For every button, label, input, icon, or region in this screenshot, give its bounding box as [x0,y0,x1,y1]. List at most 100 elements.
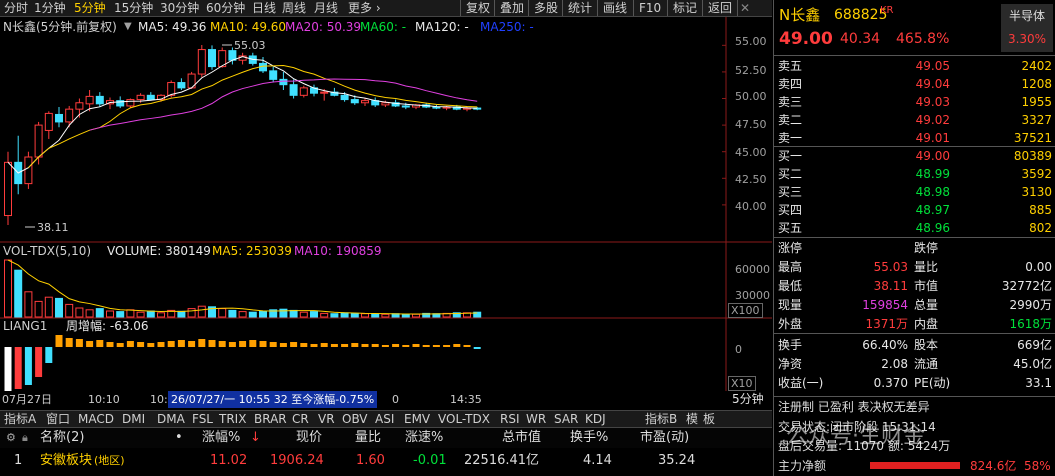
col-mcap[interactable]: 总市值 [502,428,541,448]
stat-label: 市值 [914,279,939,293]
list-item[interactable]: 卖二 49.02 3327 [774,111,1055,129]
tab-vol-tdx[interactable]: VOL-TDX [438,411,490,428]
list-item[interactable]: 净资 2.08 流通 45.0亿 [774,355,1055,373]
row-suffix: (地区) [94,454,125,467]
row-turnover: 4.14 [583,453,612,468]
col-vol-ratio[interactable]: 量比 [355,428,381,448]
back-button[interactable]: 返回 [702,0,739,16]
ask-price: 49.04 [915,77,950,91]
volume-bar [14,269,23,318]
tab-vr[interactable]: VR [318,411,335,428]
tab-monthly[interactable]: 月线 [314,0,338,16]
candle-body [340,94,349,101]
ask-price: 49.03 [915,95,950,109]
stat-value: 33.1 [1025,376,1052,390]
tab-cr[interactable]: CR [292,411,309,428]
list-item[interactable]: 买一 49.00 80389 [774,147,1055,165]
tab-obv[interactable]: OBV [342,411,368,428]
candle-body [55,113,63,123]
table-row[interactable]: 1 安徽板块 (地区) 11.02 1906.24 1.60 -0.01 225… [0,450,772,472]
list-item[interactable]: 卖三 49.03 1955 [774,93,1055,111]
overlay-button[interactable]: 叠加 [494,0,524,16]
mark-button[interactable]: 标记 [667,0,697,16]
liang-bar [167,341,175,347]
tab-mo[interactable]: 模 [686,411,698,428]
list-item[interactable]: 买四 48.97 885 [774,201,1055,219]
list-item[interactable]: 涨停 跌停 [774,239,1055,257]
tab-30min[interactable]: 30分钟 [160,0,199,16]
tab-emv[interactable]: EMV [404,411,430,428]
tab-dma[interactable]: DMA [157,411,185,428]
tab-indicator-a[interactable]: 指标A [4,411,36,428]
col-speed[interactable]: 涨速% [405,428,443,448]
tab-indicator-b[interactable]: 指标B [645,411,677,428]
liang-bar [422,345,430,347]
list-item[interactable]: 最低 38.11 市值 32772亿 [774,277,1055,295]
volume-bar [136,311,145,318]
liang-bar [300,343,308,347]
tab-window[interactable]: 窗口 [46,411,70,428]
bid-label: 买二 [778,167,803,181]
x-tick-partial2: 0 [392,393,399,406]
close-icon[interactable]: ✕ [740,0,750,16]
tab-kdj[interactable]: KDJ [585,411,606,428]
list-item[interactable]: 现量 159854 总量 2990万 [774,296,1055,314]
col-turnover[interactable]: 换手% [570,428,608,448]
tab-fsl[interactable]: FSL [192,411,213,428]
tab-5min[interactable]: 5分钟 [74,0,106,16]
tab-daily[interactable]: 日线 [252,0,276,16]
tab-brar[interactable]: BRAR [254,411,287,428]
col-pe[interactable]: 市盈(动) [640,428,689,448]
tab-15min[interactable]: 15分钟 [114,0,153,16]
tab-dmi[interactable]: DMI [122,411,145,428]
period-label[interactable]: 5分钟 [732,391,764,408]
liang-bars-group [4,335,481,391]
low-annotation: 38.11 [37,221,69,234]
liang-bar [147,343,155,347]
list-item[interactable]: 买三 48.98 3130 [774,183,1055,201]
tab-weekly[interactable]: 周线 [282,0,306,16]
col-change[interactable]: 涨幅% [202,428,240,448]
price-pct: 465.8% [896,31,950,47]
candle-body [228,50,237,61]
list-item[interactable]: 卖四 49.04 1208 [774,75,1055,93]
tab-rsi[interactable]: RSI [500,411,520,428]
tab-macd[interactable]: MACD [78,411,114,428]
kline-chart[interactable]: 55.03 38.11 [0,17,772,391]
stat-value: 2.08 [881,357,908,371]
lock-icon[interactable]: 🔒︎ [22,428,28,448]
list-item[interactable]: 换手 66.40% 股本 669亿 [774,336,1055,354]
draw-button[interactable]: 画线 [597,0,627,16]
f10-button[interactable]: F10 [633,0,661,16]
col-price[interactable]: 现价 [296,428,322,448]
adjust-button[interactable]: 复权 [460,0,490,16]
col-name[interactable]: 名称(2) [40,428,84,448]
volume-bar [259,310,267,318]
stat-label: 量比 [914,260,939,274]
list-item[interactable]: 买二 48.99 3592 [774,165,1055,183]
tab-ban[interactable]: 板 [703,411,715,428]
stat-label: 最高 [778,260,803,274]
list-item[interactable]: 收益(一) 0.370 PE(动) 33.1 [774,374,1055,392]
tab-1min[interactable]: 1分钟 [34,0,66,16]
tab-sar[interactable]: SAR [554,411,578,428]
tab-asi[interactable]: ASI [375,411,394,428]
multi-stock-button[interactable]: 多股 [528,0,558,16]
sort-down-icon[interactable]: ↓ [250,428,261,448]
tab-wr[interactable]: WR [526,411,546,428]
list-item[interactable]: 买五 48.96 802 [774,219,1055,237]
list-item[interactable]: 卖五 49.05 2402 [774,57,1055,75]
bid-price: 48.99 [915,167,950,181]
list-item[interactable]: 最高 55.03 量比 0.00 [774,258,1055,276]
list-item[interactable]: 卖一 49.01 37521 [774,129,1055,147]
tab-timeshare[interactable]: 分时 [4,0,28,16]
list-item[interactable]: 外盘 1371万 内盘 1618万 [774,315,1055,333]
vol-title: VOL-TDX(5,10) [3,244,92,258]
candle-body [126,99,135,107]
info-tags: 注册制 已盈利 表决权无差异 [778,400,930,414]
tab-more[interactable]: 更多 › [348,0,381,16]
stats-button[interactable]: 统计 [562,0,592,16]
gear-icon[interactable]: ⚙ [6,428,16,447]
tab-60min[interactable]: 60分钟 [206,0,245,16]
tab-trix[interactable]: TRIX [219,411,246,428]
